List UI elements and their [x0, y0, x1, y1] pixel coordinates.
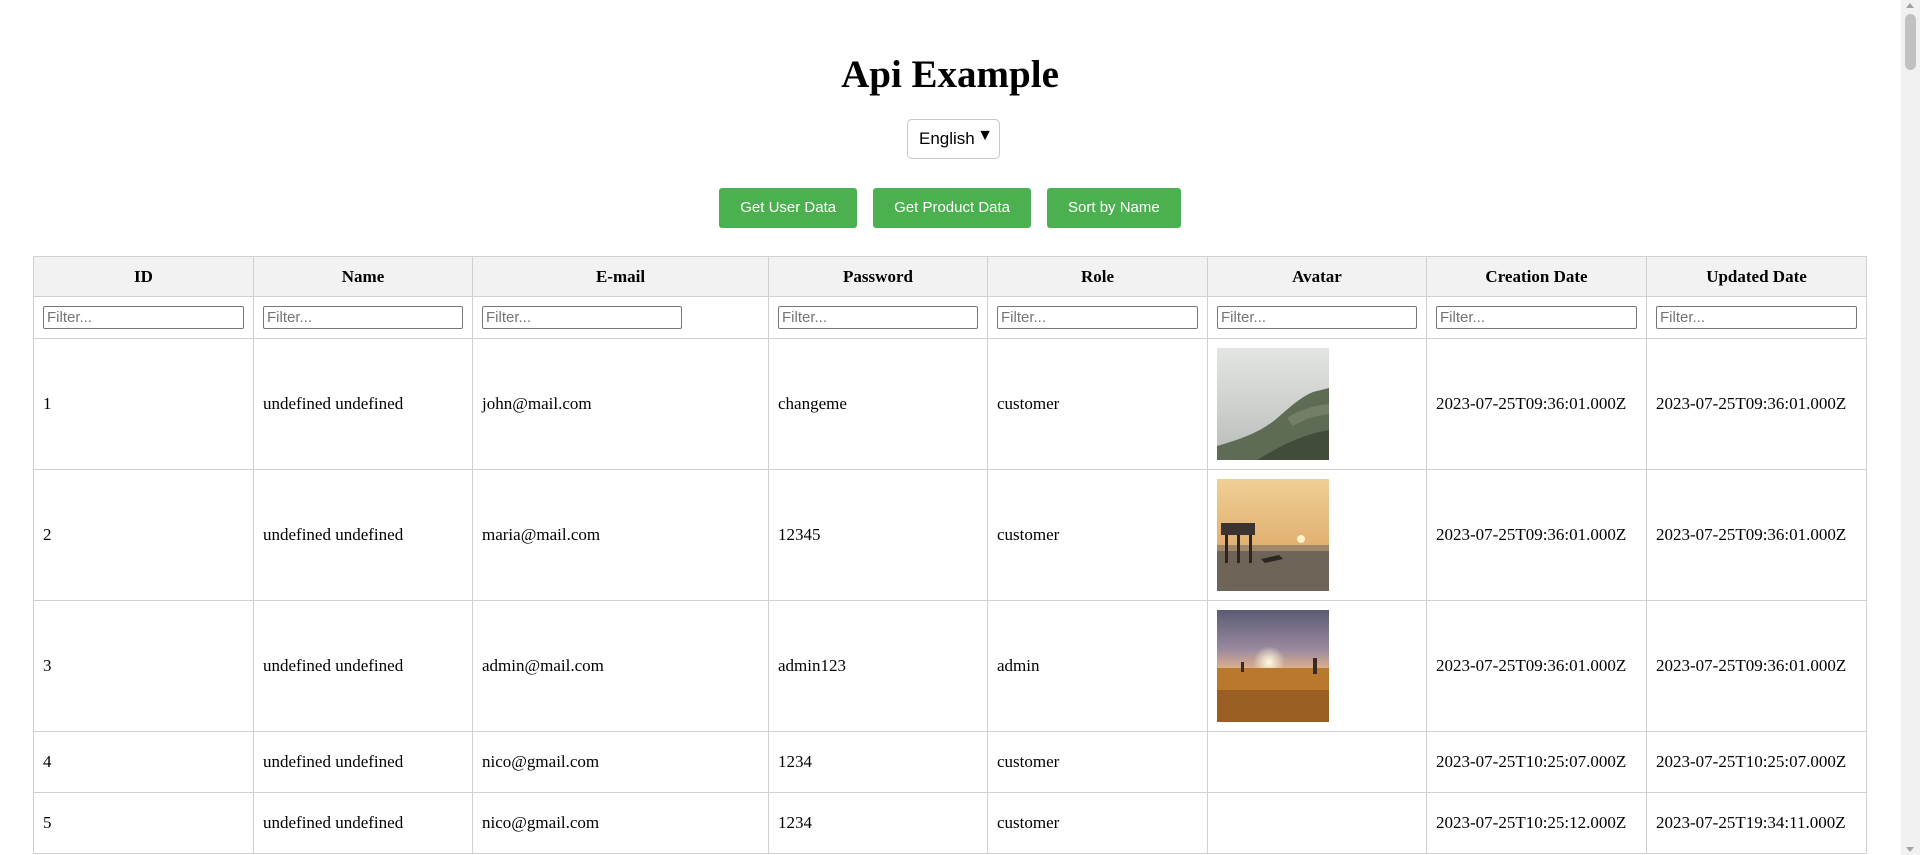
cell-avatar [1207, 338, 1427, 470]
filter-input-name[interactable] [263, 306, 463, 329]
cell-password: admin123 [768, 600, 988, 732]
cell-avatar [1207, 792, 1427, 854]
cell-id: 4 [33, 731, 254, 793]
filter-input-creation-date[interactable] [1436, 306, 1637, 329]
cell-name: undefined undefined [253, 338, 473, 470]
cell-password: changeme [768, 338, 988, 470]
filter-input-password[interactable] [778, 306, 978, 329]
filter-input-id[interactable] [43, 306, 244, 329]
column-header-creation-date: Creation Date [1426, 256, 1647, 297]
table-row: 2 undefined undefined maria@mail.com 123… [33, 469, 1867, 601]
cell-name: undefined undefined [253, 469, 473, 601]
column-header-email: E-mail [472, 256, 769, 297]
cell-name: undefined undefined [253, 792, 473, 854]
column-header-role: Role [987, 256, 1208, 297]
column-header-avatar: Avatar [1207, 256, 1427, 297]
scroll-up-arrow-icon[interactable] [1906, 3, 1914, 8]
cell-role: customer [987, 338, 1208, 470]
cell-email: admin@mail.com [472, 600, 769, 732]
cell-role: customer [987, 469, 1208, 601]
cell-name: undefined undefined [253, 731, 473, 793]
cell-id: 1 [33, 338, 254, 470]
cell-name: undefined undefined [253, 600, 473, 732]
language-select-value: English [919, 129, 975, 148]
column-header-id: ID [33, 256, 254, 297]
scrollbar-thumb[interactable] [1905, 14, 1916, 70]
column-header-name: Name [253, 256, 473, 297]
cell-creation-date: 2023-07-25T09:36:01.000Z [1426, 600, 1647, 732]
column-header-password: Password [768, 256, 988, 297]
scroll-down-arrow-icon[interactable] [1906, 847, 1914, 852]
cell-updated-date: 2023-07-25T10:25:07.000Z [1646, 731, 1867, 793]
cell-avatar [1207, 731, 1427, 793]
cell-email: nico@gmail.com [472, 731, 769, 793]
table-row: 1 undefined undefined john@mail.com chan… [33, 338, 1867, 470]
table-row: 4 undefined undefined nico@gmail.com 123… [33, 731, 1867, 793]
filter-row [33, 296, 1867, 339]
avatar-image-misty-mountain [1217, 348, 1329, 460]
avatar-image-sunset-field [1217, 610, 1329, 722]
cell-creation-date: 2023-07-25T09:36:01.000Z [1426, 469, 1647, 601]
filter-input-role[interactable] [997, 306, 1198, 329]
cell-role: admin [987, 600, 1208, 732]
cell-id: 3 [33, 600, 254, 732]
cell-updated-date: 2023-07-25T09:36:01.000Z [1646, 600, 1867, 732]
cell-updated-date: 2023-07-25T09:36:01.000Z [1646, 469, 1867, 601]
column-header-updated-date: Updated Date [1646, 256, 1867, 297]
cell-avatar [1207, 469, 1427, 601]
cell-email: nico@gmail.com [472, 792, 769, 854]
cell-creation-date: 2023-07-25T10:25:12.000Z [1426, 792, 1647, 854]
cell-id: 5 [33, 792, 254, 854]
table-row: 3 undefined undefined admin@mail.com adm… [33, 600, 1867, 732]
cell-password: 1234 [768, 731, 988, 793]
get-product-data-button[interactable]: Get Product Data [873, 188, 1032, 228]
filter-input-updated-date[interactable] [1656, 306, 1857, 329]
cell-creation-date: 2023-07-25T10:25:07.000Z [1426, 731, 1647, 793]
vertical-scrollbar[interactable] [1901, 0, 1920, 855]
cell-role: customer [987, 731, 1208, 793]
cell-updated-date: 2023-07-25T09:36:01.000Z [1646, 338, 1867, 470]
data-table: ID Name E-mail Password Role Avatar Crea… [33, 256, 1867, 854]
cell-avatar [1207, 600, 1427, 732]
chevron-down-icon: ▼ [977, 127, 993, 144]
cell-role: customer [987, 792, 1208, 854]
cell-password: 12345 [768, 469, 988, 601]
table-header-row: ID Name E-mail Password Role Avatar Crea… [33, 256, 1867, 297]
cell-email: maria@mail.com [472, 469, 769, 601]
table-row: 5 undefined undefined nico@gmail.com 123… [33, 792, 1867, 854]
cell-creation-date: 2023-07-25T09:36:01.000Z [1426, 338, 1647, 470]
avatar-image-sunset-pier [1217, 479, 1329, 591]
language-select[interactable]: English ▼ [907, 119, 1000, 159]
action-buttons: Get User Data Get Product Data Sort by N… [0, 188, 1900, 228]
filter-input-avatar[interactable] [1217, 306, 1417, 329]
sort-by-name-button[interactable]: Sort by Name [1047, 188, 1181, 228]
get-user-data-button[interactable]: Get User Data [719, 188, 858, 228]
page: Api Example English ▼ Get User Data Get … [0, 0, 1901, 855]
cell-password: 1234 [768, 792, 988, 854]
cell-updated-date: 2023-07-25T19:34:11.000Z [1646, 792, 1867, 854]
cell-email: john@mail.com [472, 338, 769, 470]
page-title: Api Example [841, 53, 1059, 96]
cell-id: 2 [33, 469, 254, 601]
filter-input-email[interactable] [482, 306, 682, 329]
